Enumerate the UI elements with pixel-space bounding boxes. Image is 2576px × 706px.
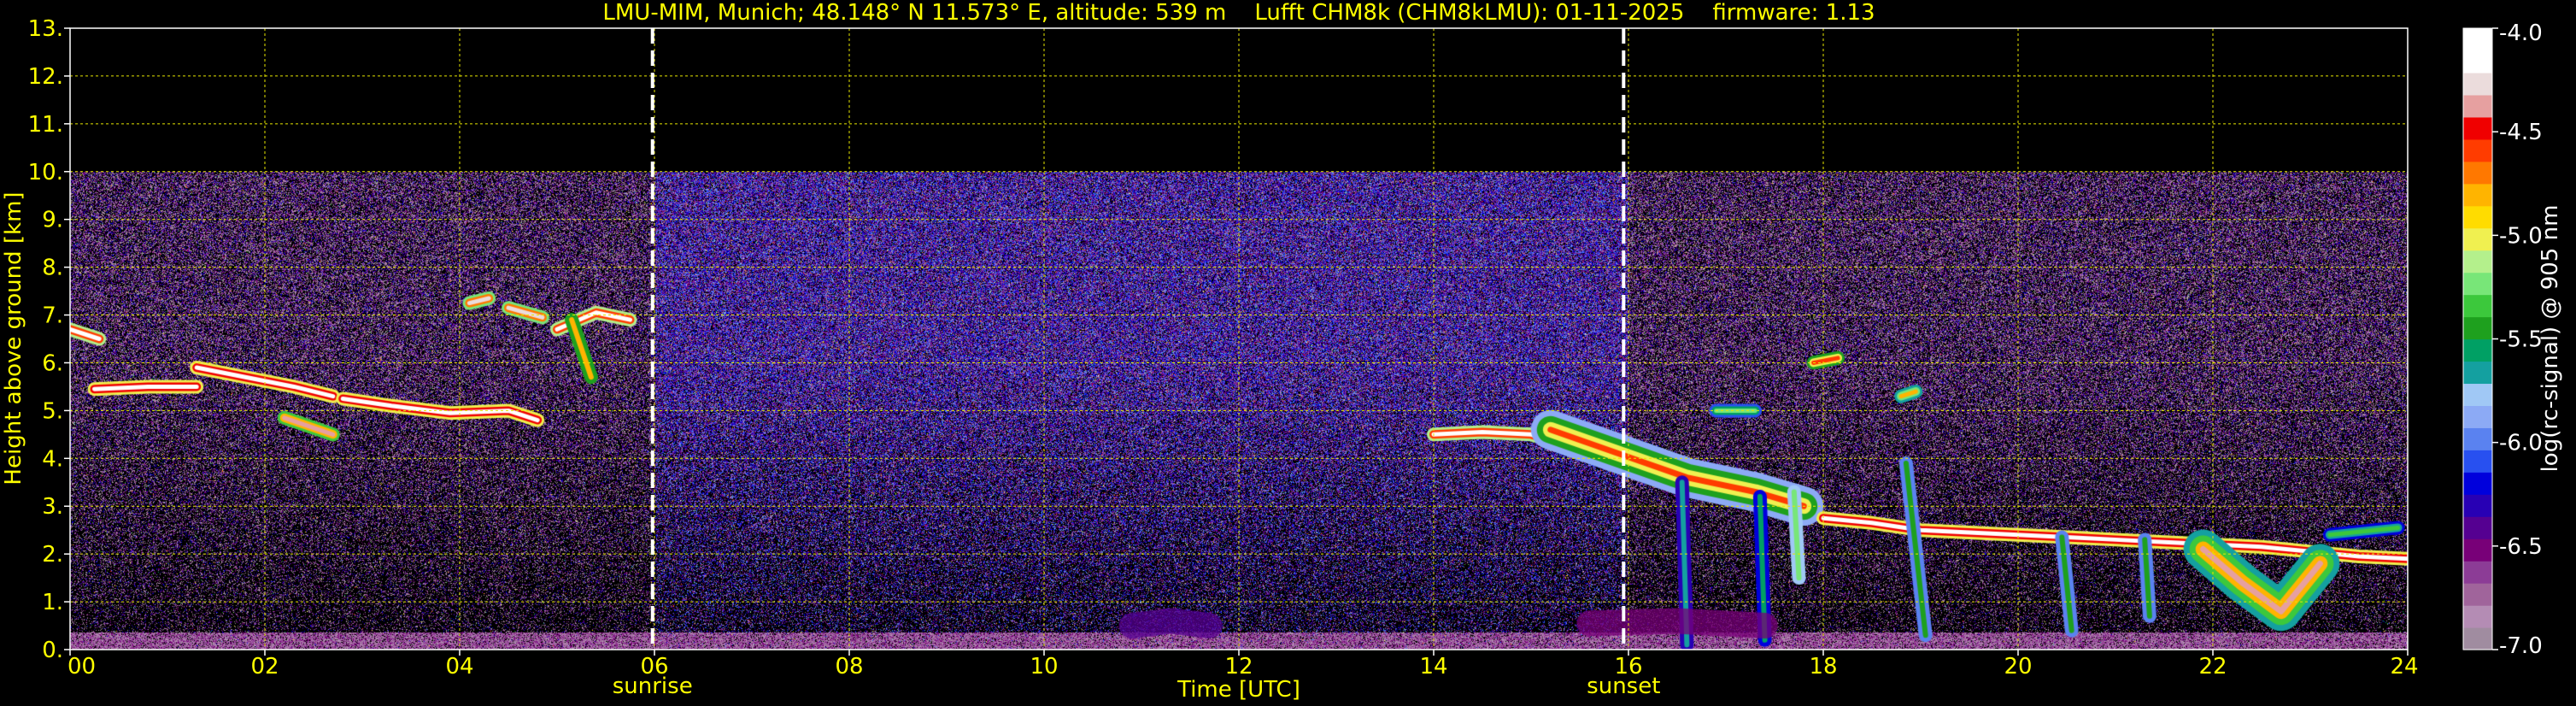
colorbar-swatch	[2463, 538, 2492, 562]
plot-area	[69, 27, 2409, 650]
y-tick-label: 6.	[42, 350, 63, 376]
colorbar-tick-label: -5.0	[2499, 223, 2543, 249]
y-tick-label: 7.	[42, 303, 63, 329]
x-tick-label: 20	[2004, 654, 2032, 680]
colorbar-tick-label: -6.5	[2499, 534, 2543, 560]
colorbar-swatch	[2463, 205, 2492, 229]
colorbar-swatch	[2463, 427, 2492, 450]
sun-marker-label: sunset	[1587, 674, 1660, 699]
x-tick-label: 04	[445, 654, 473, 680]
colorbar-swatch	[2463, 605, 2492, 628]
colorbar-swatch	[2463, 627, 2492, 650]
colorbar-swatch	[2463, 561, 2492, 584]
x-tick-label: 14	[1419, 654, 1447, 680]
y-tick-label: 13.	[28, 16, 63, 42]
y-tick-label: 2.	[42, 542, 63, 568]
colorbar-label: log(rc-signal) @ 905 nm	[2538, 205, 2563, 473]
colorbar-swatch	[2463, 405, 2492, 428]
colorbar-swatch	[2463, 450, 2492, 473]
x-tick-label: 12	[1224, 654, 1253, 680]
colorbar-swatches	[2463, 28, 2492, 650]
colorbar-swatch	[2463, 338, 2492, 362]
colorbar-swatch	[2463, 316, 2492, 340]
y-tick-label: 12.	[28, 64, 63, 90]
colorbar-swatch	[2463, 272, 2492, 296]
colorbar-tick-label: -4.5	[2499, 120, 2543, 145]
x-tick-label: 08	[835, 654, 863, 680]
colorbar-swatch	[2463, 516, 2492, 539]
y-tick-label: 4.	[42, 446, 63, 472]
colorbar-tick-label: -4.0	[2499, 21, 2543, 46]
colorbar-swatch	[2463, 116, 2492, 140]
colorbar-tick-label: -6.0	[2499, 431, 2543, 456]
colorbar-swatch	[2463, 161, 2492, 185]
colorbar-swatch	[2463, 472, 2492, 495]
x-tick-label: 02	[250, 654, 279, 680]
colorbar-swatch	[2463, 227, 2492, 251]
colorbar-swatch	[2463, 28, 2492, 51]
colorbar-swatch	[2463, 138, 2492, 162]
x-tick-label: 24	[2390, 654, 2418, 680]
colorbar-swatch	[2463, 250, 2492, 274]
colorbar-swatch	[2463, 383, 2492, 406]
y-axis-label: Height above ground [km]	[1, 191, 26, 485]
colorbar-swatch	[2463, 494, 2492, 517]
ceilometer-chart: LMU-MIM, Munich; 48.148° N 11.573° E, al…	[0, 0, 2576, 706]
y-tick-label: 3.	[42, 494, 63, 520]
colorbar-swatch	[2463, 361, 2492, 385]
y-tick-label: 10.	[28, 160, 63, 185]
colorbar-swatch	[2463, 50, 2492, 74]
y-tick-label: 5.	[42, 398, 63, 424]
x-tick-label: 22	[2198, 654, 2227, 680]
chart-title: LMU-MIM, Munich; 48.148° N 11.573° E, al…	[602, 0, 1875, 26]
x-tick-label: 18	[1809, 654, 1837, 680]
colorbar-swatch	[2463, 183, 2492, 207]
x-axis-label: Time [UTC]	[1177, 677, 1300, 703]
colorbar-swatch	[2463, 294, 2492, 318]
colorbar-swatch	[2463, 72, 2492, 96]
y-tick-label: 1.	[42, 590, 63, 615]
colorbar-swatch	[2463, 94, 2492, 118]
y-tick-label: 0.	[42, 638, 63, 663]
x-tick-label: 00	[67, 654, 96, 680]
x-tick-label: 10	[1030, 654, 1058, 680]
y-tick-label: 9.	[42, 208, 63, 233]
sun-marker-label: sunrise	[613, 674, 693, 699]
colorbar-tick-label: -5.5	[2499, 327, 2543, 353]
y-tick-label: 8.	[42, 256, 63, 281]
colorbar-swatch	[2463, 583, 2492, 606]
y-tick-label: 11.	[28, 112, 63, 138]
colorbar-tick-label: -7.0	[2499, 633, 2543, 659]
